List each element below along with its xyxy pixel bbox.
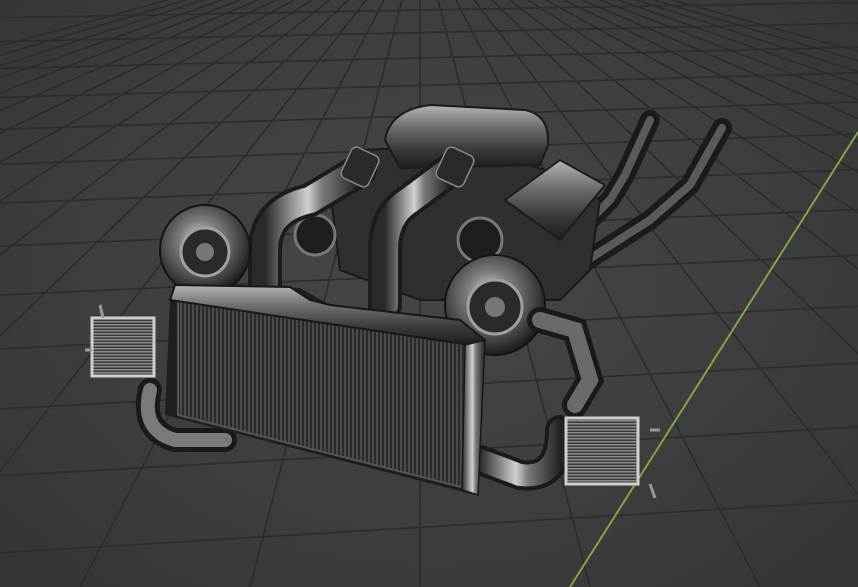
engine-model[interactable] bbox=[85, 103, 732, 499]
pulley-left bbox=[293, 213, 337, 257]
turbo-left bbox=[159, 204, 251, 296]
oil-cooler-left bbox=[85, 304, 156, 378]
grid-line bbox=[599, 0, 858, 101]
grid-line bbox=[617, 0, 858, 86]
viewport-canvas[interactable] bbox=[0, 0, 858, 587]
grid-line bbox=[527, 0, 858, 214]
3d-viewport[interactable] bbox=[0, 0, 858, 587]
oil-cooler-right bbox=[564, 416, 660, 499]
grid-line bbox=[0, 46, 858, 70]
grid-line bbox=[0, 72, 858, 99]
